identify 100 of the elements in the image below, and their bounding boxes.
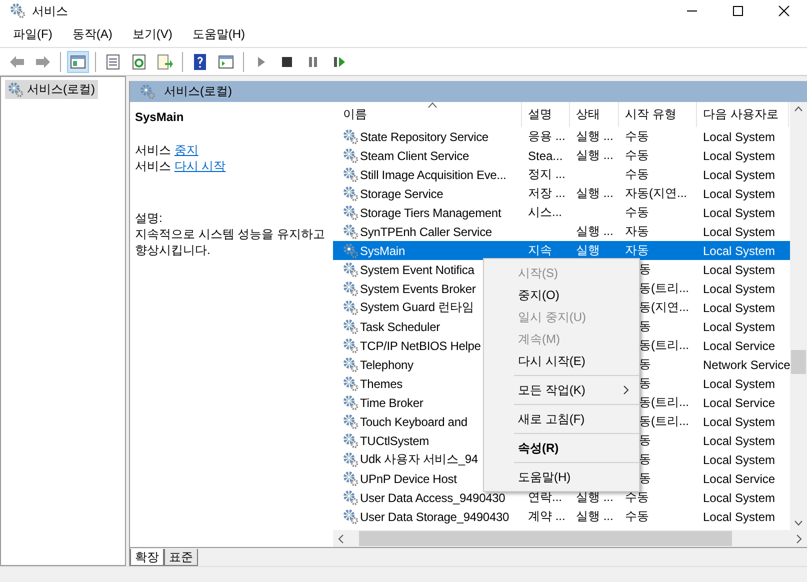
scroll-thumb[interactable] — [359, 531, 732, 546]
table-cell: 실행 ... — [576, 129, 614, 143]
table-cell: 실행 ... — [576, 148, 614, 162]
gear-icon — [10, 3, 26, 19]
gear-icon — [343, 470, 359, 486]
vertical-scrollbar[interactable] — [790, 102, 807, 530]
table-cell: Local System — [703, 434, 776, 448]
table-cell: 동 — [639, 357, 651, 371]
table-cell: 동 — [639, 319, 651, 333]
menu-item[interactable]: 도움말(H) — [185, 24, 252, 45]
table-cell: Local Service — [703, 472, 776, 486]
description-text: 지속적으로 시스템 성능을 유지하고 향상시킵니다. — [135, 226, 326, 258]
menu-item[interactable]: 동작(A) — [65, 24, 120, 45]
gear-icon — [343, 318, 359, 334]
table-cell: 응용 ... — [528, 129, 566, 143]
table-cell: Local System — [703, 490, 776, 504]
table-cell: 실행 ... — [576, 490, 614, 504]
gear-icon — [343, 262, 359, 278]
service-name-cell: UPnP Device Host — [360, 472, 457, 486]
table-cell: Local System — [703, 262, 776, 276]
menu-item[interactable]: 보기(V) — [125, 24, 180, 45]
table-cell: 동(트리... — [639, 338, 689, 352]
pane-header: 서비스(로컬) — [130, 81, 807, 102]
menu-item[interactable]: 모든 작업(K) — [484, 379, 639, 401]
menu-item[interactable]: 파일(F) — [6, 24, 60, 45]
table-cell: Local System — [703, 224, 776, 238]
column-header[interactable]: 이름 — [333, 102, 522, 127]
table-cell: Local System — [703, 300, 776, 314]
service-name-cell: Storage Tiers Management — [360, 206, 502, 220]
scroll-left-icon[interactable] — [337, 534, 345, 544]
table-cell: Local System — [703, 168, 776, 182]
menu-item[interactable]: 속성(R) — [484, 437, 639, 459]
selected-row[interactable]: SysMain 지속 실행 자동 Local System — [333, 241, 790, 260]
table-cell: Local System — [703, 452, 776, 466]
table-cell: Local System — [703, 206, 776, 220]
table-cell: 지속 — [528, 243, 552, 257]
table-cell: 동 — [639, 262, 651, 276]
table-cell: 동(트리... — [639, 395, 689, 409]
table-cell: 정지 ... — [528, 167, 566, 181]
properties-icon — [105, 54, 121, 70]
table-cell: 실행 ... — [576, 224, 614, 238]
gear-icon — [343, 128, 359, 144]
gear-icon — [343, 166, 359, 182]
tree-item[interactable]: 서비스(로컬) — [5, 80, 98, 99]
table-cell: Local System — [703, 376, 776, 390]
menu-item[interactable]: 도움말(H) — [484, 466, 639, 488]
table-cell: Network Service — [703, 358, 790, 372]
service-name-cell: Touch Keyboard and — [360, 414, 468, 428]
menu-item[interactable]: 다시 시작(E) — [484, 350, 639, 372]
column-header[interactable]: 시작 유형 — [619, 102, 697, 127]
table-cell: Local System — [703, 414, 776, 428]
service-name-cell: Themes — [360, 376, 402, 390]
table-cell: 실행 — [576, 243, 600, 257]
service-name-cell: System Events Broker — [360, 282, 476, 296]
view-tab[interactable]: 표준 — [164, 549, 198, 566]
menu-item[interactable]: 중지(O) — [484, 284, 639, 306]
table-cell: Local System — [703, 244, 776, 258]
menu-item[interactable]: 새로 고침(F) — [484, 408, 639, 430]
table-cell: Local Service — [703, 338, 776, 352]
table-cell: 자동 — [625, 224, 649, 238]
table-cell: 실행 ... — [576, 509, 614, 523]
table-cell: Stea... — [528, 148, 563, 162]
gear-icon — [343, 376, 359, 392]
service-name-cell: Udk 사용자 서비스_94 — [360, 451, 478, 468]
scroll-thumb[interactable] — [791, 350, 806, 374]
service-name-cell: User Data Storage_9490430 — [360, 510, 510, 524]
view-tab[interactable]: 확장 — [130, 549, 164, 566]
table-cell: 동(트리... — [639, 414, 689, 428]
column-header[interactable]: 상태 — [570, 102, 619, 127]
table-cell: 수동 — [625, 148, 649, 162]
table-cell: 동(지연... — [639, 300, 689, 314]
service-name-cell: TUCtlSystem — [360, 434, 430, 448]
scroll-right-icon[interactable] — [795, 534, 803, 544]
action-link[interactable]: 다시 시작 — [174, 159, 226, 173]
table-cell: 자동 — [625, 243, 649, 257]
console-pane-icon — [218, 54, 234, 70]
column-header[interactable]: 설명 — [522, 102, 570, 127]
table-cell: Local Service — [703, 396, 776, 410]
action-label: 서비스 — [135, 159, 171, 173]
table-cell: 시스... — [528, 205, 562, 219]
gear-icon — [343, 224, 359, 240]
column-header[interactable]: 다음 사용자로 — [697, 102, 789, 127]
service-name-cell: Telephony — [360, 358, 414, 372]
table-cell: Local System — [703, 282, 776, 296]
table-cell: 계약 ... — [528, 509, 566, 523]
table-cell: 자동(지연... — [625, 186, 687, 200]
help-icon — [192, 54, 208, 70]
table-cell: 저장 ... — [528, 186, 566, 200]
horizontal-scrollbar[interactable] — [333, 530, 807, 547]
table-cell: Local System — [703, 320, 776, 334]
table-cell: 연락... — [528, 490, 562, 504]
description-label: 설명: — [135, 210, 164, 226]
gear-icon — [343, 394, 359, 410]
gear-icon — [343, 204, 359, 220]
gear-icon — [343, 414, 359, 430]
table-cell: 동 — [639, 452, 651, 466]
table-cell: Local System — [703, 186, 776, 200]
service-name-cell: Still Image Acquisition Eve... — [360, 168, 506, 182]
action-link[interactable]: 중지 — [174, 143, 198, 157]
pane-toggle-button[interactable] — [67, 50, 89, 72]
